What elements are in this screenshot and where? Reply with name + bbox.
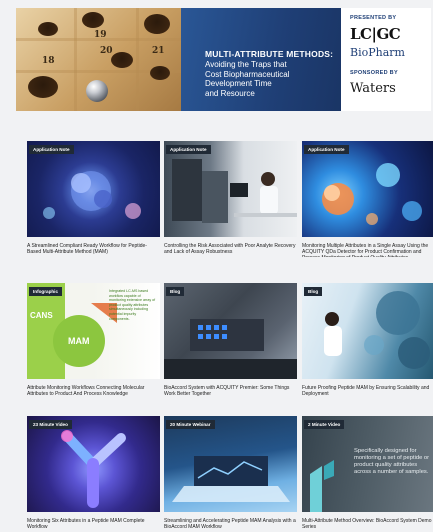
resource-card[interactable]: 2 Minute Video Specifically designed for… (302, 416, 433, 532)
card-caption[interactable]: Streamlining and Accelerating Peptide MA… (164, 518, 297, 532)
lab-scientist-image[interactable]: Application Note (164, 141, 297, 237)
antibody-icon (61, 430, 126, 508)
scientist-cells-image[interactable]: Blog (302, 283, 433, 379)
card-caption[interactable]: Attribute Monitoring Workflows Connectin… (27, 385, 160, 399)
video-slide-text: Specifically designed for monitoring a s… (354, 448, 430, 475)
resource-card[interactable]: Infographic CANS MAM Integrated LC-MS ba… (27, 283, 160, 399)
banner-subtitle: Avoiding the Traps that Cost Biopharmace… (205, 60, 335, 98)
resource-card[interactable]: Application Note Controlling the Risk As… (164, 141, 297, 257)
infographic-bullet-text: Integrated LC-MS based workflow capable … (109, 289, 156, 321)
card-caption[interactable]: A Streamlined Compliant Ready Workflow f… (27, 243, 160, 257)
antibody-image[interactable]: 23 Minute Video (27, 416, 160, 512)
banner-subtitle-line: Cost Biopharmaceutical (205, 69, 290, 79)
lcgc-logo: LC|GC (350, 25, 401, 43)
resource-card[interactable]: Blog Future Proofing Peptide MAM by Ensu… (302, 283, 433, 399)
board-number: 20 (100, 46, 113, 56)
board-number: 18 (42, 56, 55, 66)
resource-card[interactable]: 23 Minute Video Monitoring Six Attribute… (27, 416, 160, 532)
content-type-badge: Application Note (166, 145, 211, 154)
card-caption[interactable]: BioAccord System with ACQUITY Premier: S… (164, 385, 297, 399)
video-slide-image[interactable]: 2 Minute Video Specifically designed for… (302, 416, 433, 512)
banner-title: MULTI-ATTRIBUTE METHODS: (205, 49, 334, 59)
hero-banner[interactable]: 19 20 21 18 MULTI-ATTRIBUTE METHODS: Avo… (16, 8, 431, 111)
mam-infographic-image[interactable]: Infographic CANS MAM Integrated LC-MS ba… (27, 283, 160, 379)
banner-logos: PRESENTED BY LC|GC BioPharm SPONSORED BY… (341, 8, 431, 111)
sponsored-by-label: SPONSORED BY (350, 70, 398, 76)
infographic-circle-text: MAM (68, 336, 90, 346)
content-type-badge: 2 Minute Video (304, 420, 345, 429)
banner-subtitle-line: Development Time (205, 79, 272, 88)
banner-text-panel: MULTI-ATTRIBUTE METHODS: Avoiding the Tr… (181, 8, 341, 111)
presented-by-label: PRESENTED BY (350, 15, 397, 21)
content-type-badge: Application Note (29, 145, 74, 154)
card-caption[interactable]: Monitoring Six Attributes in a Peptide M… (27, 518, 160, 532)
board-number: 21 (152, 46, 165, 56)
cells-icon (324, 291, 430, 369)
lab-instrument-icon (172, 159, 297, 223)
infographic-left-text: CANS (30, 311, 53, 320)
biopharm-logo: BioPharm (350, 46, 405, 59)
laptop-icon (172, 456, 290, 502)
instrument-image[interactable]: Blog (164, 283, 297, 379)
resource-card[interactable]: Application Note Monitoring Multiple Att… (302, 141, 433, 257)
content-type-badge: Application Note (304, 145, 349, 154)
molecules-icon (322, 163, 422, 225)
card-caption[interactable]: Controlling the Risk Associated with Poo… (164, 243, 297, 257)
resource-card[interactable]: Application Note A Streamlined Compliant… (27, 141, 160, 257)
waters-logo: Waters (350, 81, 396, 96)
content-type-badge: Infographic (29, 287, 63, 296)
content-type-badge: Blog (166, 287, 185, 296)
resource-card[interactable]: 20 Minute Webinar Streamlining and Accel… (164, 416, 297, 532)
content-type-badge: 23 Minute Video (29, 420, 72, 429)
content-type-badge: Blog (304, 287, 323, 296)
protein-structure-icon (43, 171, 141, 219)
protein-structure-image[interactable]: Application Note (27, 141, 160, 237)
laptop-data-image[interactable]: 20 Minute Webinar (164, 416, 297, 512)
banner-subtitle-line: Avoiding the Traps that (205, 60, 287, 69)
molecules-image[interactable]: Application Note (302, 141, 433, 237)
sample-tray-icon (164, 319, 297, 379)
metal-ball (86, 80, 108, 102)
card-caption[interactable]: Future Proofing Peptide MAM by Ensuring … (302, 385, 433, 399)
banner-subtitle-line: and Resource (205, 88, 255, 98)
content-type-badge: 20 Minute Webinar (166, 420, 215, 429)
card-caption[interactable]: Multi-Attribute Method Overview: BioAcco… (302, 518, 433, 532)
card-caption[interactable]: Monitoring Multiple Attributes in a Sing… (302, 243, 433, 257)
board-number: 19 (94, 30, 107, 40)
resource-card[interactable]: Blog BioAccord System with ACQUITY Premi… (164, 283, 297, 399)
board-game-image: 19 20 21 18 (16, 8, 181, 111)
